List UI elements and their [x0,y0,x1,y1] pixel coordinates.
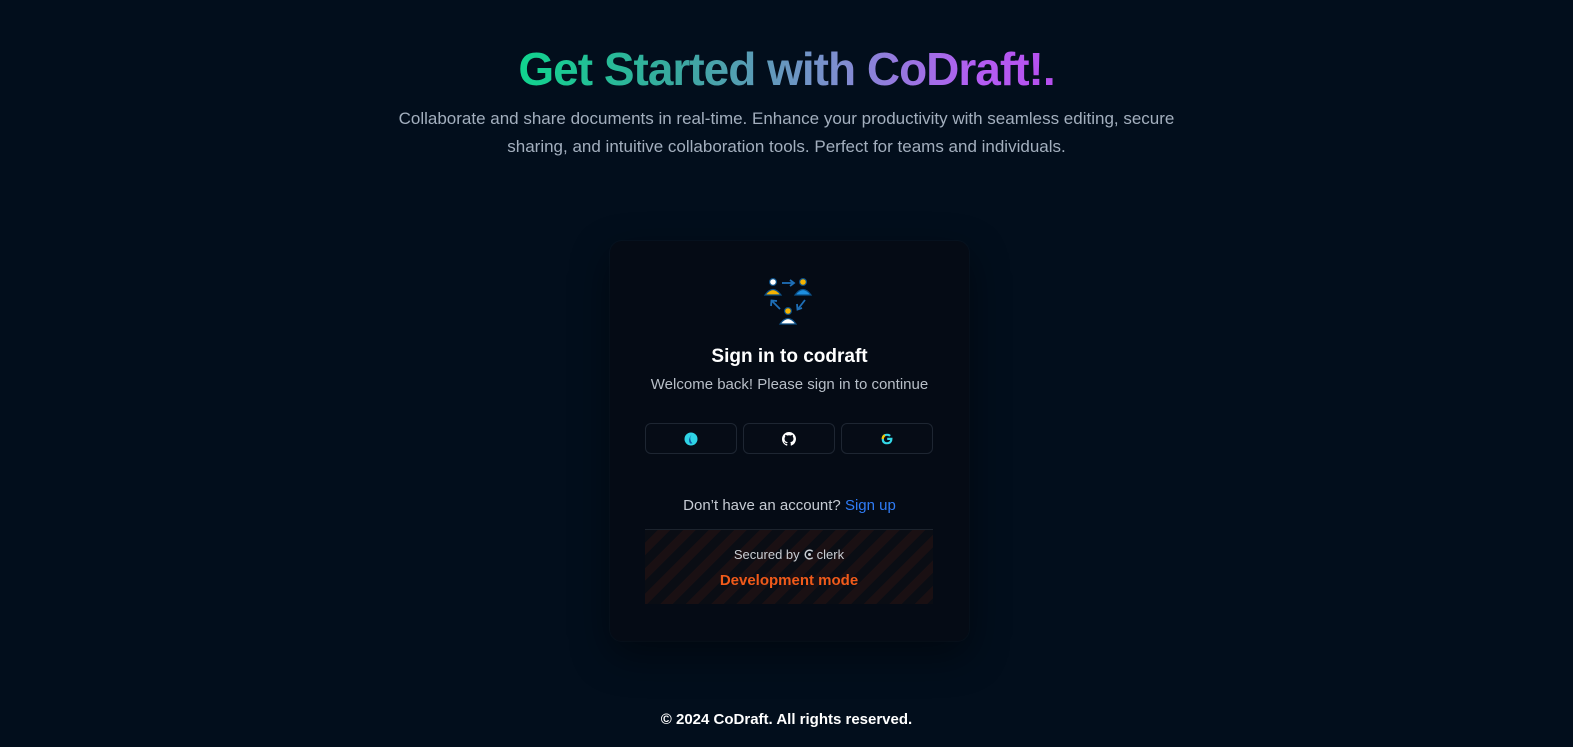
signin-title: Sign in to codraft [711,346,868,367]
secured-by-line: Secured by clerk [645,547,933,562]
atlassian-login-button[interactable] [645,423,737,454]
clerk-logo[interactable]: clerk [804,547,844,562]
atlassian-icon [684,432,698,445]
clerk-brand-text: clerk [816,547,845,562]
clerk-footer: Secured by clerk Development mode [645,529,933,604]
page: Get Started with CoDraft!. Collaborate a… [0,0,1573,747]
signup-link[interactable]: Sign up [845,497,896,514]
team-collaboration-icon [762,275,814,327]
copyright-footer: © 2024 CoDraft. All rights reserved. [660,711,913,728]
signup-prompt: Don’t have an account? Sign up [610,497,969,514]
hero-title: Get Started with CoDraft!. [0,40,1573,98]
signin-card: Sign in to codraft Welcome back! Please … [610,241,969,641]
google-login-button[interactable] [841,423,933,454]
google-icon [881,433,893,444]
hero-title-text: Get Started with CoDraft!. [518,43,1055,95]
github-login-button[interactable] [743,423,835,454]
clerk-icon [804,549,813,560]
github-icon [782,431,796,446]
development-mode-badge: Development mode [719,572,859,589]
signup-prompt-text: Don’t have an account? [683,497,841,514]
signin-subtitle: Welcome back! Please sign in to continue [650,376,929,393]
hero-subtitle: Collaborate and share documents in real-… [398,109,1175,156]
social-login-row [645,423,933,454]
secured-by-text: Secured by [733,547,800,562]
